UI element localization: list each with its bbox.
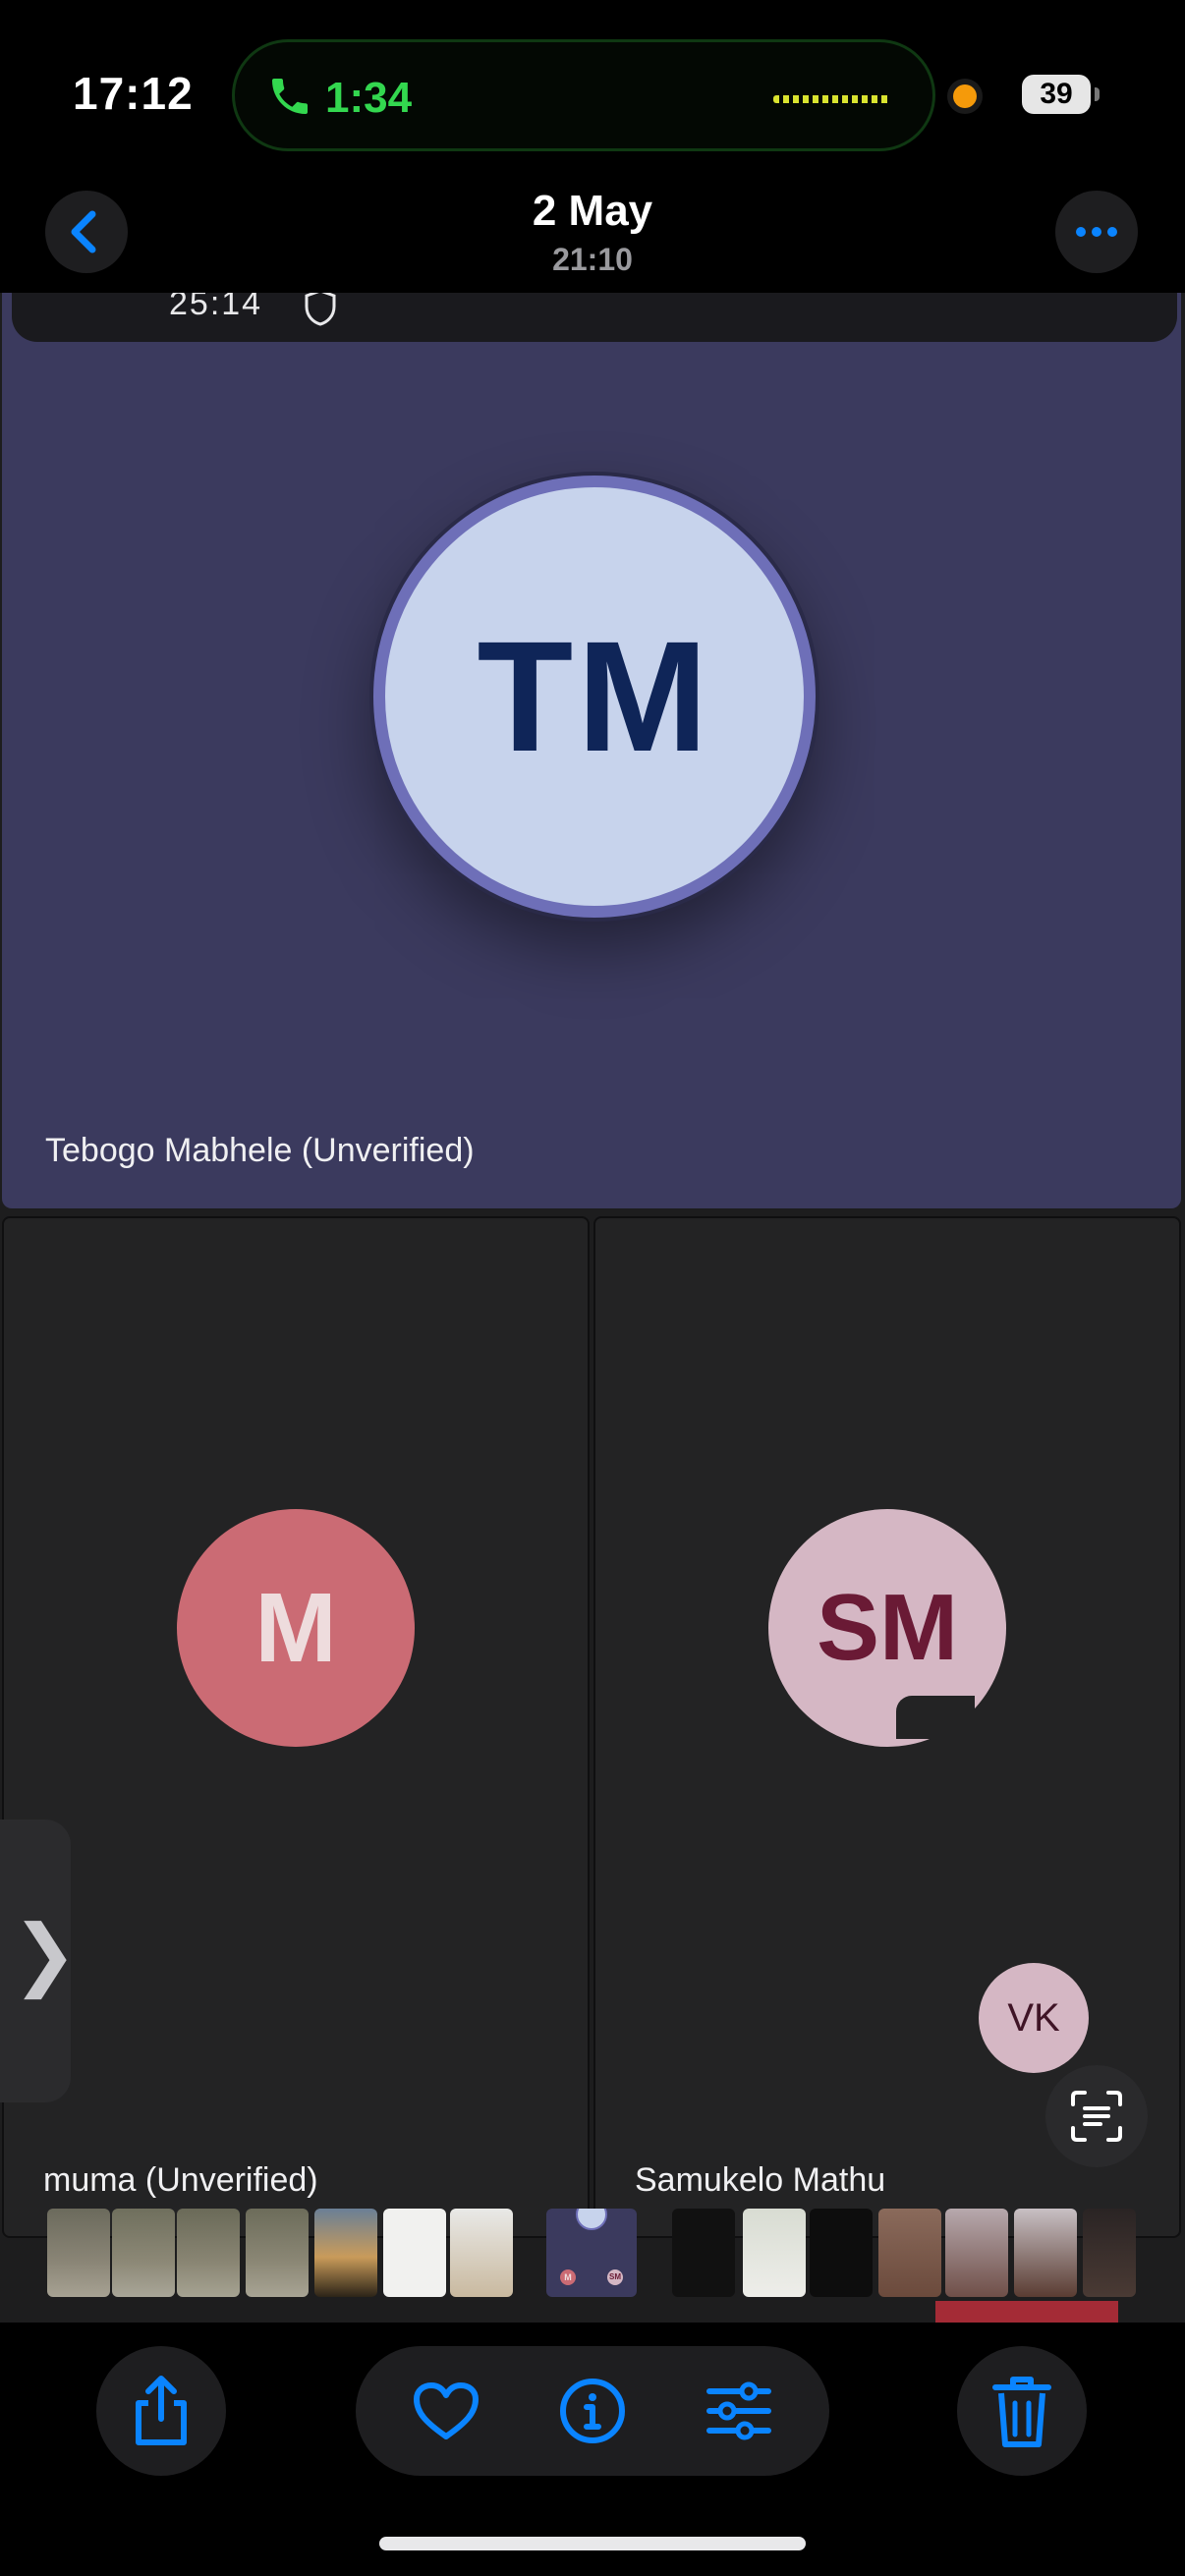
thumbnail[interactable]: [743, 2209, 806, 2297]
heart-icon: [414, 2382, 479, 2439]
thumbnail[interactable]: [246, 2209, 309, 2297]
thumb-avatar: SM: [607, 2269, 623, 2285]
ellipsis-icon: [1076, 227, 1117, 237]
photo-time: 21:10: [552, 242, 633, 277]
photo-actions-group: [356, 2346, 829, 2476]
edit-button[interactable]: [702, 2374, 776, 2448]
battery-indicator: 39: [1022, 75, 1100, 114]
thumb-avatar: M: [560, 2269, 576, 2285]
side-panel-handle[interactable]: ❯: [0, 1820, 78, 2102]
avatar-tm: TM: [373, 476, 816, 918]
more-button[interactable]: [1055, 191, 1138, 273]
chevron-right-icon: ❯: [12, 1910, 79, 1997]
audio-waveform: [773, 95, 891, 103]
thumbnail-strip[interactable]: M SM: [0, 2207, 1185, 2323]
photo-content[interactable]: 25:14 TM Tebogo Mabhele (Unverified) M S…: [0, 293, 1185, 2323]
avatar-initials: SM: [817, 1575, 958, 1680]
active-call-island[interactable]: 1:34: [232, 39, 935, 151]
avatar-initials: VK: [1007, 1995, 1060, 2040]
thumbnail[interactable]: [450, 2209, 513, 2297]
thumbnail-current[interactable]: M SM: [546, 2209, 637, 2297]
participant-tile-m: M: [2, 1216, 590, 2238]
avatar-initials: TM: [477, 608, 712, 784]
thumbnail[interactable]: [1014, 2209, 1077, 2297]
participant-name: muma (Unverified): [43, 2161, 318, 2199]
thumbnail[interactable]: [314, 2209, 377, 2297]
thumbnail[interactable]: [383, 2209, 446, 2297]
adjust-sliders-icon: [706, 2381, 771, 2440]
participant-name: Samukelo Mathu: [635, 2161, 886, 2199]
participant-name: Tebogo Mabhele (Unverified): [45, 1132, 475, 1169]
meeting-duration: 25:14: [169, 293, 263, 322]
thumbnail[interactable]: [810, 2209, 873, 2297]
thumbnail[interactable]: [945, 2209, 1008, 2297]
share-button[interactable]: [96, 2346, 226, 2476]
call-timer: 1:34: [325, 74, 413, 122]
trash-icon: [992, 2377, 1051, 2447]
avatar-overlay: [896, 1696, 975, 1739]
participant-tile-tm: 25:14 TM Tebogo Mabhele (Unverified): [2, 293, 1181, 1208]
microphone-indicator: [953, 84, 977, 108]
home-indicator[interactable]: [379, 2537, 806, 2550]
live-text-icon: [1071, 2091, 1122, 2142]
share-icon: [136, 2376, 187, 2445]
shield-icon: [305, 293, 336, 326]
thumbnail[interactable]: [112, 2209, 175, 2297]
favorite-button[interactable]: [409, 2374, 483, 2448]
info-icon: [560, 2379, 625, 2443]
avatar-m: M: [177, 1509, 415, 1747]
meeting-info-strip: 25:14: [12, 293, 1177, 342]
avatar-initials: M: [254, 1572, 337, 1683]
thumbnail[interactable]: [47, 2209, 110, 2297]
thumbnail[interactable]: [177, 2209, 240, 2297]
thumbnail[interactable]: [1083, 2209, 1136, 2297]
status-time: 17:12: [73, 68, 194, 119]
delete-button[interactable]: [957, 2346, 1087, 2476]
thumbnail-overlay: [935, 2301, 1118, 2323]
thumbnail[interactable]: [672, 2209, 735, 2297]
avatar-vk: VK: [979, 1963, 1089, 2073]
thumbnail[interactable]: [878, 2209, 941, 2297]
photo-date: 2 May: [532, 187, 653, 235]
live-text-button[interactable]: [1045, 2065, 1148, 2167]
info-button[interactable]: [555, 2374, 630, 2448]
phone-icon: [272, 79, 308, 114]
